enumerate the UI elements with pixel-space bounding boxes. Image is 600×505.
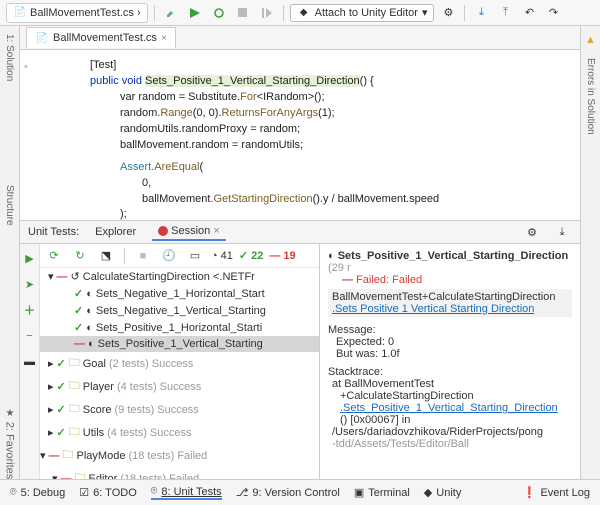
test-detail-panel: ◐ Sets_Positive_1_Vertical_Starting_Dire… <box>320 244 580 479</box>
step-icon[interactable] <box>257 3 277 23</box>
pass-count: ✓ 22 <box>239 249 263 262</box>
tree-node-selected[interactable]: ― ◐ Sets_Positive_1_Vertical_Starting <box>40 336 319 352</box>
vcs-toolwindow-button[interactable]: ⎇ 9: Version Control <box>236 486 340 499</box>
event-log-button[interactable]: ❗ Event Log <box>523 486 590 499</box>
undo-icon[interactable]: ↶ <box>519 3 539 23</box>
stacktrace-link[interactable]: .Sets_Positive_1_Vertical_Starting_Direc… <box>328 402 572 414</box>
run-config-label: Attach to Unity Editor <box>315 7 418 19</box>
unit-tests-title: Unit Tests: <box>28 226 79 238</box>
test-tree[interactable]: ▾ ― ↺ CalculateStartingDirection <.NETFr… <box>40 268 319 479</box>
tree-node[interactable]: ✓ ◐ Sets_Negative_1_Vertical_Starting <box>40 302 319 319</box>
status-bar: ⌾ 5: Debug ☑ 6: TODO ⌾ 8: Unit Tests ⎇ 9… <box>0 479 600 505</box>
structure-toolwindow-tab[interactable]: Structure <box>4 185 15 226</box>
vcs-commit-icon[interactable]: ⤒ <box>495 3 515 23</box>
detail-link[interactable]: .Sets Positive 1 Vertical Starting Direc… <box>332 303 568 315</box>
tree-node[interactable]: ▸ ✓ 🗀 Score (9 tests) Success <box>40 398 319 421</box>
detail-context: BallMovementTest+CalculateStartingDirect… <box>328 289 572 317</box>
separator <box>154 5 155 21</box>
tree-node[interactable]: ▾ ― ↺ CalculateStartingDirection <.NETFr <box>40 268 319 285</box>
warning-icon[interactable]: ▲ <box>585 34 596 46</box>
add-icon[interactable]: ＋ <box>20 300 40 320</box>
export-icon[interactable]: ⤓ <box>552 222 572 242</box>
rerun-icon[interactable]: ⟳ <box>44 246 64 266</box>
tree-node[interactable]: ✓ ◐ Sets_Negative_1_Horizontal_Start <box>40 285 319 302</box>
unit-tests-body: ▶ ➤ ＋ − ▬ ⟳ ↻ ⬔ ■ 🕘 ▭ ◔ 41 ✓ 22 ― 19 <box>20 244 580 479</box>
unit-tests-header: Unit Tests: Explorer Session × ⚙ ⤓ <box>20 220 580 244</box>
fail-count: ― 19 <box>269 250 295 262</box>
main-area: 📄 BallMovementTest.cs × ◦ [Test] public … <box>20 26 580 479</box>
breadcrumb-label: BallMovementTest.cs <box>30 7 134 19</box>
test-tree-panel: ⟳ ↻ ⬔ ■ 🕘 ▭ ◔ 41 ✓ 22 ― 19 ▾ ― ↺ Calcula… <box>40 244 320 479</box>
breadcrumb-file[interactable]: 📄 BallMovementTest.cs › <box>6 3 148 23</box>
errors-toolwindow-tab[interactable]: Errors in Solution <box>585 58 596 135</box>
editor-tab-label: BallMovementTest.cs <box>53 32 157 44</box>
explorer-tab[interactable]: Explorer <box>89 224 142 240</box>
stop-icon[interactable]: ■ <box>133 246 153 266</box>
debug-toolwindow-button[interactable]: ⌾ 5: Debug <box>10 486 65 499</box>
gutter-error-icon[interactable]: ◦ <box>24 60 28 76</box>
rerun-failed-icon[interactable]: ↻ <box>70 246 90 266</box>
session-tab[interactable]: Session × <box>152 223 226 241</box>
unit-tests-action-strip: ▶ ➤ ＋ − ▬ <box>20 244 40 479</box>
editor-tab[interactable]: 📄 BallMovementTest.cs × <box>26 27 176 48</box>
debug-run-icon[interactable]: ➤ <box>20 274 40 294</box>
stop-icon[interactable] <box>233 3 253 23</box>
chevron-right-icon: › <box>137 7 141 19</box>
left-tool-gutter: 1: Solution Structure ★ 2: Favorites <box>0 26 20 479</box>
hammer-build-icon[interactable] <box>161 3 181 23</box>
filter-icon[interactable]: ▬ <box>20 352 40 372</box>
unity-toolwindow-button[interactable]: ◆ Unity <box>424 486 462 499</box>
tree-node[interactable]: ✓ ◐ Sets_Positive_1_Horizontal_Starti <box>40 319 319 336</box>
gear-icon[interactable]: ⚙ <box>522 222 542 242</box>
right-tool-gutter: ▲ Errors in Solution <box>580 26 600 479</box>
total-count: ◔ 41 <box>211 250 233 262</box>
editor-tabbar: 📄 BallMovementTest.cs × <box>20 26 580 50</box>
top-toolbar: 📄 BallMovementTest.cs › ◆ Attach to Unit… <box>0 0 600 26</box>
csharp-file-icon: 📄 <box>13 6 27 20</box>
run-icon[interactable]: ▶ <box>20 248 40 268</box>
remove-icon[interactable]: − <box>20 326 40 346</box>
code-editor[interactable]: ◦ [Test] public void Sets_Positive_1_Ver… <box>20 50 580 220</box>
tree-node[interactable]: ▾ ― 🗀 Editor (18 tests) Failed <box>40 467 319 479</box>
detail-status: Failed: Failed <box>356 274 422 286</box>
close-icon[interactable]: × <box>161 33 167 44</box>
detail-title: ◐ Sets_Positive_1_Vertical_Starting_Dire… <box>328 250 572 274</box>
tree-node[interactable]: ▸ ✓ 🗀 Goal (2 tests) Success <box>40 352 319 375</box>
play-icon[interactable] <box>185 3 205 23</box>
favorites-toolwindow-tab[interactable]: ★ 2: Favorites <box>4 408 16 479</box>
fail-dot-icon <box>158 226 168 236</box>
layout-icon[interactable]: ▭ <box>185 246 205 266</box>
tree-node[interactable]: ▸ ✓ 🗀 Player (4 tests) Success <box>40 375 319 398</box>
history-icon[interactable]: 🕘 <box>159 246 179 266</box>
chevron-down-icon: ▾ <box>422 6 428 19</box>
settings-icon[interactable]: ⚙ <box>438 3 458 23</box>
close-icon[interactable]: × <box>213 225 219 237</box>
message-header: Message: <box>328 324 572 336</box>
debug-icon[interactable] <box>209 3 229 23</box>
redo-icon[interactable]: ↷ <box>543 3 563 23</box>
separator <box>464 5 465 21</box>
coverage-icon[interactable]: ⬔ <box>96 246 116 266</box>
solution-toolwindow-tab[interactable]: 1: Solution <box>4 34 15 81</box>
todo-toolwindow-button[interactable]: ☑ 6: TODO <box>79 486 136 499</box>
unity-icon: ◆ <box>297 6 311 20</box>
run-config-dropdown[interactable]: ◆ Attach to Unity Editor ▾ <box>290 4 435 22</box>
method-name: Sets_Positive_1_Vertical_Starting_Direct… <box>145 75 360 87</box>
vcs-update-icon[interactable]: ⤓ <box>471 3 491 23</box>
tree-node[interactable]: ▾ ― 🗀 PlayMode (18 tests) Failed <box>40 444 319 467</box>
terminal-toolwindow-button[interactable]: ▣ Terminal <box>354 486 410 499</box>
unit-tests-toolwindow-button[interactable]: ⌾ 8: Unit Tests <box>151 485 222 500</box>
tree-node[interactable]: ▸ ✓ 🗀 Utils (4 tests) Success <box>40 421 319 444</box>
stacktrace-header: Stacktrace: <box>328 366 572 378</box>
separator <box>283 5 284 21</box>
csharp-file-icon: 📄 <box>35 31 49 45</box>
tree-toolbar: ⟳ ↻ ⬔ ■ 🕘 ▭ ◔ 41 ✓ 22 ― 19 <box>40 244 319 268</box>
